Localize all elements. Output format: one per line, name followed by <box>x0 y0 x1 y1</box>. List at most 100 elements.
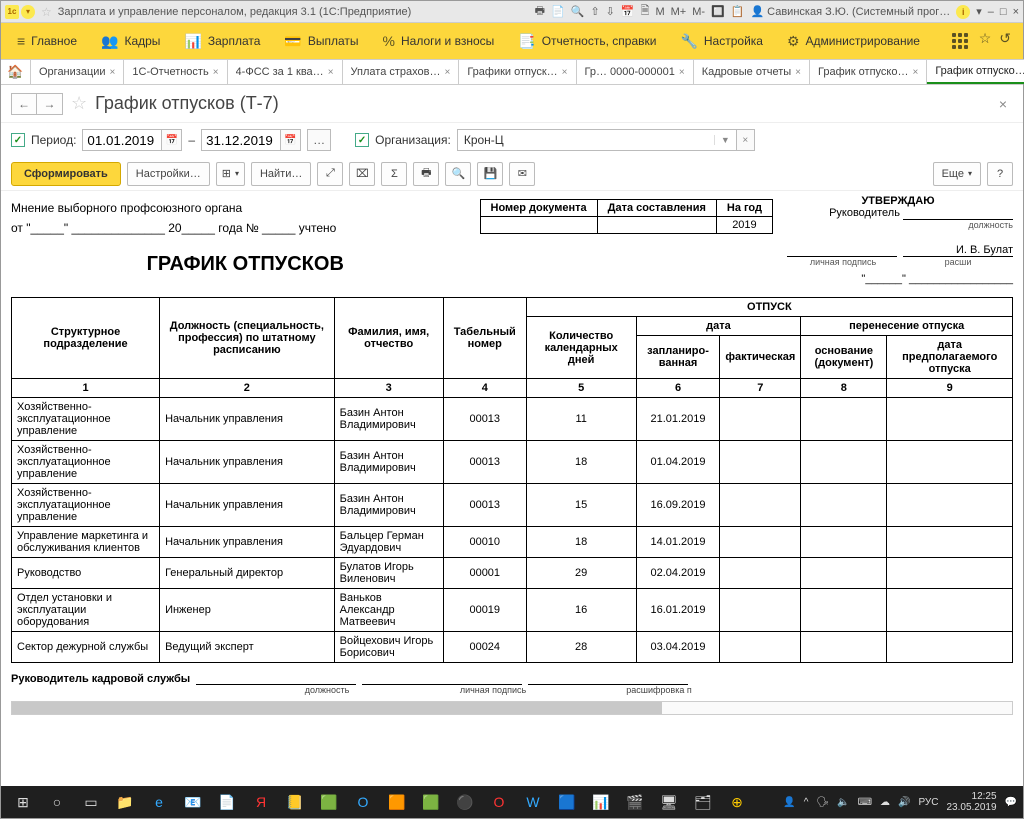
window-close[interactable]: × <box>1013 6 1019 18</box>
mail-icon[interactable]: 📧 <box>177 788 209 816</box>
notes-icon[interactable]: 📄 <box>211 788 243 816</box>
calendar-icon[interactable]: 📅 <box>162 129 182 151</box>
yandex-icon[interactable]: Я <box>245 788 277 816</box>
tray-volume-icon[interactable]: 🔊 <box>898 797 910 808</box>
window-minimize[interactable]: – <box>988 6 994 18</box>
window-maximize[interactable]: □ <box>1000 6 1007 18</box>
tabs-icon[interactable]: 🗂 <box>687 788 719 816</box>
print-button[interactable]: 🖶 <box>413 162 439 186</box>
org-checkbox[interactable]: ✓ <box>355 133 369 147</box>
org-select[interactable]: Крон-Ц▼ <box>457 129 737 151</box>
close-icon[interactable]: × <box>679 67 685 78</box>
tab-hr-reports[interactable]: Кадровые отчеты× <box>694 59 810 84</box>
tab-vacation-schedule-active[interactable]: График отпуско…× <box>927 59 1024 84</box>
start-button[interactable]: ⊞ <box>7 788 39 816</box>
menu-reports[interactable]: 📑Отчетность, справки <box>508 29 666 54</box>
taskview-icon[interactable]: ▭ <box>75 788 107 816</box>
tab-vacation-schedule-1[interactable]: График отпуско…× <box>810 59 927 84</box>
more-button[interactable]: Еще ▾ <box>933 162 981 186</box>
calc-m-icon[interactable]: M <box>655 6 664 18</box>
org-clear-button[interactable]: × <box>737 129 755 151</box>
save-button[interactable]: 💾 <box>477 162 503 186</box>
tray-keyboard-icon[interactable]: ⌨ <box>858 797 872 808</box>
tab-1c-reporting[interactable]: 1С-Отчетность× <box>124 59 227 84</box>
apps-grid-icon[interactable] <box>949 30 971 52</box>
edge-icon[interactable]: e <box>143 788 175 816</box>
tray-lang[interactable]: РУС <box>918 797 938 808</box>
1c-icon[interactable]: 📊 <box>585 788 617 816</box>
calc-mplus-icon[interactable]: M+ <box>671 6 687 18</box>
tool-doc-icon[interactable]: 📄 <box>551 5 565 18</box>
close-icon[interactable]: × <box>912 67 918 78</box>
sum-button[interactable]: Σ <box>381 162 407 186</box>
explorer-icon[interactable]: 📁 <box>109 788 141 816</box>
close-icon[interactable]: × <box>562 67 568 78</box>
tool-calendar-icon[interactable]: 📅 <box>621 5 635 18</box>
page-favorite-icon[interactable]: ☆ <box>71 93 87 114</box>
opera-icon[interactable]: O <box>483 788 515 816</box>
tool-down-icon[interactable]: ⇩ <box>606 5 615 18</box>
help-button[interactable]: ? <box>987 162 1013 186</box>
menu-payments[interactable]: 💳Выплаты <box>274 29 368 54</box>
mail-button[interactable]: ✉ <box>509 162 535 186</box>
tab-vacation-charts[interactable]: Графики отпуск…× <box>459 59 576 84</box>
close-icon[interactable]: × <box>328 67 334 78</box>
cortana-icon[interactable]: ○ <box>41 788 73 816</box>
tool-window-icon[interactable]: 🔲 <box>711 5 725 18</box>
app-menu-dropdown[interactable]: ▾ <box>21 5 35 19</box>
preview-button[interactable]: 🔍 <box>445 162 471 186</box>
app-plus-icon[interactable]: ⊕ <box>721 788 753 816</box>
word-icon[interactable]: W <box>517 788 549 816</box>
favorite-star-icon[interactable]: ☆ <box>979 30 992 52</box>
horizontal-scrollbar[interactable] <box>11 701 1013 715</box>
scrollbar-thumb[interactable] <box>12 702 662 714</box>
menu-main[interactable]: ≡Главное <box>7 29 87 53</box>
tab-organizations[interactable]: Организации× <box>31 59 124 84</box>
date-from-input[interactable] <box>82 129 162 151</box>
current-user[interactable]: 👤 Савинская З.Ю. (Системный прог… <box>750 5 950 18</box>
app-green2-icon[interactable]: 🟩 <box>415 788 447 816</box>
tab-home[interactable]: 🏠 <box>1 59 31 84</box>
tray-clock[interactable]: 12:25 23.05.2019 <box>946 791 996 813</box>
monitor-icon[interactable]: 🖥 <box>653 788 685 816</box>
calendar-icon[interactable]: 📅 <box>281 129 301 151</box>
close-icon[interactable]: × <box>444 67 450 78</box>
tray-cloud-icon[interactable]: ☁ <box>880 797 890 808</box>
info-dropdown-icon[interactable]: ▾ <box>976 5 982 18</box>
video-icon[interactable]: 🎬 <box>619 788 651 816</box>
close-icon[interactable]: × <box>110 67 116 78</box>
expand-button[interactable]: ⤢ <box>317 162 343 186</box>
nav-forward-button[interactable]: → <box>37 93 63 115</box>
info-icon[interactable]: i <box>956 5 970 19</box>
close-icon[interactable]: × <box>213 67 219 78</box>
notebook-icon[interactable]: 📒 <box>279 788 311 816</box>
favorite-icon[interactable]: ☆ <box>41 5 52 19</box>
teamviewer-icon[interactable]: 🟦 <box>551 788 583 816</box>
settings-button[interactable]: Настройки… <box>127 162 210 186</box>
app-orange-icon[interactable]: 🟧 <box>381 788 413 816</box>
generate-button[interactable]: Сформировать <box>11 162 121 186</box>
tab-insurance[interactable]: Уплата страхов…× <box>343 59 460 84</box>
date-to-input[interactable] <box>201 129 281 151</box>
tree-button[interactable]: ⌧ <box>349 162 375 186</box>
tray-user-icon[interactable]: 👤 <box>783 797 795 808</box>
calc-mminus-icon[interactable]: M- <box>692 6 705 18</box>
nav-back-button[interactable]: ← <box>11 93 37 115</box>
tool-search-icon[interactable]: 🔍 <box>571 5 585 18</box>
page-close-button[interactable]: × <box>993 96 1013 112</box>
tray-sound-icon[interactable]: 🔈 <box>837 797 849 808</box>
chrome-icon[interactable]: ⚫ <box>449 788 481 816</box>
tab-gr-000[interactable]: Гр… 0000-000001× <box>577 59 694 84</box>
tray-expand-icon[interactable]: ^ <box>804 797 809 808</box>
tool-up-icon[interactable]: ⇧ <box>590 5 599 18</box>
outlook-icon[interactable]: O <box>347 788 379 816</box>
period-checkbox[interactable]: ✓ <box>11 133 25 147</box>
period-picker-button[interactable]: … <box>307 129 331 151</box>
menu-admin[interactable]: ⚙Администрирование <box>777 29 930 54</box>
tool-clipboard-icon[interactable]: 📋 <box>731 5 745 18</box>
find-button[interactable]: Найти… <box>251 162 311 186</box>
menu-salary[interactable]: 📊Зарплата <box>174 29 270 54</box>
history-icon[interactable]: ↺ <box>999 30 1011 52</box>
tab-4fss[interactable]: 4-ФСС за 1 ква…× <box>228 59 343 84</box>
close-icon[interactable]: × <box>795 67 801 78</box>
